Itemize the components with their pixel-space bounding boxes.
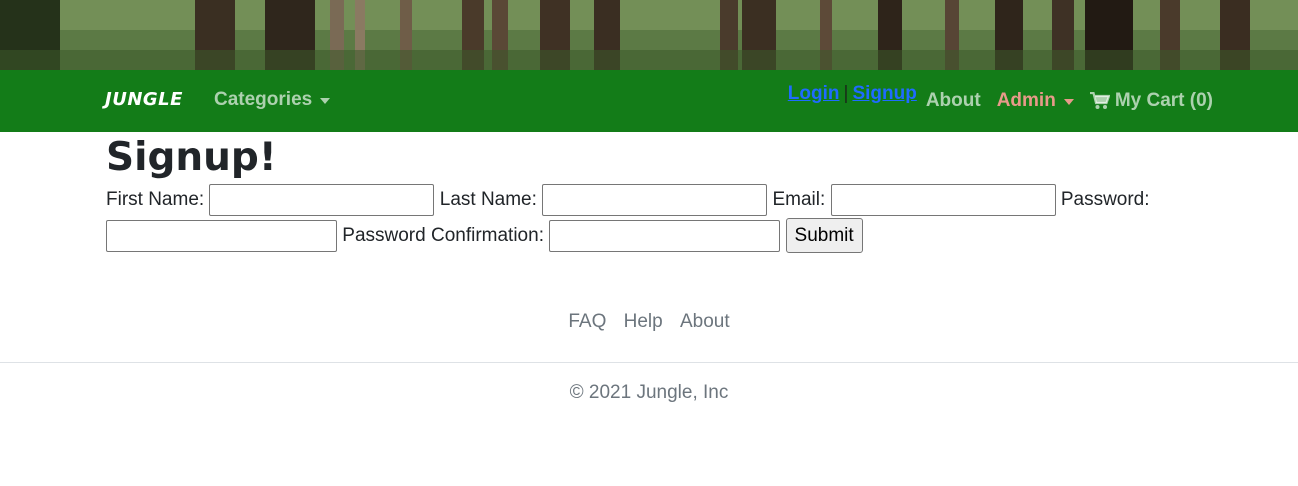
chevron-down-icon <box>320 98 331 104</box>
password-confirmation-field[interactable] <box>549 219 781 252</box>
categories-dropdown[interactable]: Categories <box>214 89 331 111</box>
email-label: Email: <box>772 189 826 210</box>
admin-dropdown[interactable]: Admin <box>997 90 1074 112</box>
first-name-field[interactable] <box>209 183 435 216</box>
main-content: Signup! First Name: Last Name: Email: Pa… <box>0 132 1298 254</box>
admin-label: Admin <box>996 90 1056 111</box>
cart-link[interactable]: My Cart (0) <box>1089 90 1213 112</box>
brand-logo-link[interactable]: JUNGLE <box>105 89 183 110</box>
forest-image <box>0 0 1298 70</box>
signup-form: First Name: Last Name: Email: Password: … <box>106 182 1166 254</box>
last-name-label: Last Name: <box>439 189 537 210</box>
copyright-text: © 2021 Jungle, Inc <box>569 382 729 403</box>
password-field[interactable] <box>106 219 337 252</box>
page-title: Signup! <box>106 135 277 180</box>
auth-separator: | <box>843 83 849 104</box>
footer-divider <box>0 362 1298 363</box>
chevron-down-icon <box>1063 99 1074 105</box>
password-label: Password: <box>1060 189 1150 210</box>
signup-link[interactable]: Signup <box>852 83 916 105</box>
footer-link-about[interactable]: About <box>680 311 730 332</box>
password-confirmation-label: Password Confirmation: <box>342 225 544 246</box>
header-banner-image <box>0 0 1298 70</box>
email-field[interactable] <box>830 183 1056 216</box>
shopping-cart-icon <box>1089 92 1110 109</box>
cart-label: My Cart (0) <box>1114 90 1213 111</box>
first-name-label: First Name: <box>106 189 205 210</box>
footer-link-faq[interactable]: FAQ <box>568 311 606 332</box>
last-name-field[interactable] <box>542 183 768 216</box>
footer-links: FAQ Help About <box>0 311 1298 333</box>
top-navbar: JUNGLE Categories Login | Signup About A… <box>0 70 1298 132</box>
nav-about-link[interactable]: About <box>926 90 981 112</box>
login-link[interactable]: Login <box>788 83 840 105</box>
nav-right-group: Login | Signup About Admin My Cart (0) <box>788 80 1213 122</box>
submit-button[interactable]: Submit <box>785 218 863 254</box>
categories-label: Categories <box>214 89 313 110</box>
footer-link-help[interactable]: Help <box>624 311 663 332</box>
auth-links: Login | Signup <box>788 83 917 105</box>
